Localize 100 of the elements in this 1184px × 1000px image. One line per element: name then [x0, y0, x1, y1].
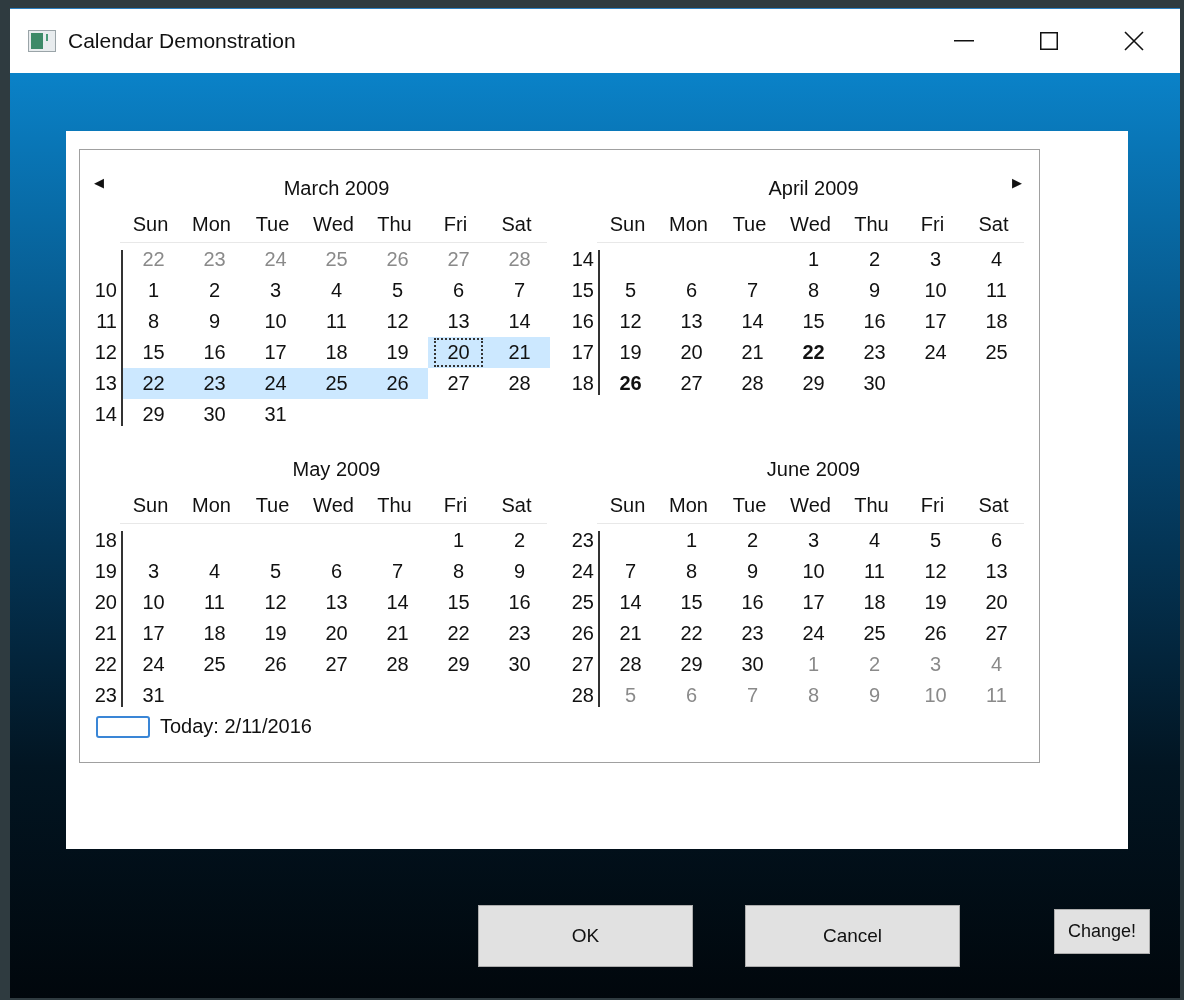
day-cell[interactable]: 4 [184, 556, 245, 587]
day-cell[interactable]: 4 [844, 525, 905, 556]
day-cell[interactable]: 23 [722, 618, 783, 649]
day-cell[interactable]: 25 [844, 618, 905, 649]
day-cell[interactable]: 17 [123, 618, 184, 649]
day-cell[interactable]: 4 [966, 244, 1027, 275]
day-cell[interactable]: 24 [783, 618, 844, 649]
day-cell[interactable]: 12 [600, 306, 661, 337]
day-cell[interactable]: 3 [783, 525, 844, 556]
day-cell[interactable]: 12 [367, 306, 428, 337]
day-cell[interactable]: 19 [245, 618, 306, 649]
day-cell[interactable]: 13 [966, 556, 1027, 587]
today-link[interactable]: Today: 2/11/2016 [160, 715, 312, 738]
day-cell[interactable]: 17 [783, 587, 844, 618]
day-cell[interactable]: 8 [428, 556, 489, 587]
day-cell[interactable]: 15 [123, 337, 184, 368]
day-cell[interactable]: 6 [966, 525, 1027, 556]
day-cell[interactable]: 3 [245, 275, 306, 306]
day-cell[interactable]: 13 [428, 306, 489, 337]
day-cell[interactable]: 2 [844, 244, 905, 275]
next-month-button[interactable]: ▶ [1012, 176, 1022, 189]
day-cell[interactable]: 6 [661, 680, 722, 711]
day-cell[interactable]: 5 [600, 275, 661, 306]
day-cell[interactable]: 5 [245, 556, 306, 587]
day-cell[interactable]: 18 [184, 618, 245, 649]
day-cell[interactable]: 23 [844, 337, 905, 368]
day-cell[interactable]: 2 [722, 525, 783, 556]
day-cell[interactable]: 12 [245, 587, 306, 618]
day-cell[interactable]: 14 [489, 306, 550, 337]
day-cell[interactable]: 29 [428, 649, 489, 680]
day-cell[interactable]: 20 [306, 618, 367, 649]
day-cell[interactable]: 29 [783, 368, 844, 399]
day-cell[interactable]: 1 [428, 525, 489, 556]
day-cell[interactable]: 30 [184, 399, 245, 430]
day-cell[interactable]: 24 [905, 337, 966, 368]
day-cell[interactable]: 11 [184, 587, 245, 618]
day-cell[interactable]: 31 [245, 399, 306, 430]
day-cell[interactable]: 21 [367, 618, 428, 649]
day-cell[interactable]: 28 [600, 649, 661, 680]
day-cell[interactable]: 26 [245, 649, 306, 680]
day-cell[interactable]: 25 [306, 368, 367, 399]
day-cell[interactable]: 5 [367, 275, 428, 306]
day-cell[interactable]: 3 [905, 244, 966, 275]
day-cell[interactable]: 30 [722, 649, 783, 680]
day-cell[interactable]: 21 [600, 618, 661, 649]
day-cell[interactable]: 25 [966, 337, 1027, 368]
day-cell[interactable]: 6 [428, 275, 489, 306]
previous-month-button[interactable]: ◀ [94, 176, 104, 189]
day-cell[interactable]: 13 [661, 306, 722, 337]
day-cell[interactable]: 15 [783, 306, 844, 337]
day-cell[interactable]: 22 [661, 618, 722, 649]
day-cell[interactable]: 1 [123, 275, 184, 306]
day-cell[interactable]: 16 [489, 587, 550, 618]
dialog-button[interactable]: Cancel [745, 905, 960, 967]
day-cell[interactable]: 27 [661, 368, 722, 399]
day-cell[interactable]: 20 [661, 337, 722, 368]
day-cell[interactable]: 26 [367, 368, 428, 399]
day-cell[interactable]: 21 [722, 337, 783, 368]
day-cell[interactable]: 9 [844, 680, 905, 711]
day-cell[interactable]: 2 [489, 525, 550, 556]
day-cell[interactable]: 20 [966, 587, 1027, 618]
maximize-icon[interactable] [1040, 32, 1058, 50]
day-cell[interactable]: 17 [245, 337, 306, 368]
day-cell[interactable]: 5 [905, 525, 966, 556]
dialog-button[interactable]: OK [478, 905, 693, 967]
day-cell[interactable]: 7 [367, 556, 428, 587]
day-cell[interactable]: 26 [600, 368, 661, 399]
day-cell[interactable]: 14 [367, 587, 428, 618]
day-cell[interactable]: 8 [783, 275, 844, 306]
day-cell[interactable]: 31 [123, 680, 184, 711]
day-cell[interactable]: 8 [783, 680, 844, 711]
day-cell[interactable]: 6 [306, 556, 367, 587]
day-cell[interactable]: 15 [661, 587, 722, 618]
day-cell[interactable]: 19 [600, 337, 661, 368]
day-cell[interactable]: 7 [722, 275, 783, 306]
day-cell[interactable]: 14 [722, 306, 783, 337]
day-cell[interactable]: 19 [905, 587, 966, 618]
day-cell[interactable]: 24 [123, 649, 184, 680]
day-cell[interactable]: 22 [783, 337, 844, 368]
day-cell[interactable]: 1 [661, 525, 722, 556]
day-cell[interactable]: 16 [184, 337, 245, 368]
day-cell[interactable]: 28 [367, 649, 428, 680]
day-cell[interactable]: 7 [600, 556, 661, 587]
day-cell[interactable]: 30 [489, 649, 550, 680]
day-cell[interactable]: 29 [123, 399, 184, 430]
day-cell[interactable]: 25 [184, 649, 245, 680]
day-cell[interactable]: 27 [966, 618, 1027, 649]
day-cell[interactable]: 28 [722, 368, 783, 399]
day-cell[interactable]: 30 [844, 368, 905, 399]
day-cell[interactable]: 11 [966, 275, 1027, 306]
day-cell[interactable]: 2 [184, 275, 245, 306]
day-cell[interactable]: 6 [661, 275, 722, 306]
day-cell[interactable]: 13 [306, 587, 367, 618]
day-cell[interactable]: 8 [661, 556, 722, 587]
day-cell[interactable]: 19 [367, 337, 428, 368]
day-cell[interactable]: 18 [844, 587, 905, 618]
day-cell[interactable]: 15 [428, 587, 489, 618]
change-button[interactable]: Change! [1054, 909, 1150, 954]
day-cell[interactable]: 17 [905, 306, 966, 337]
day-cell[interactable]: 11 [306, 306, 367, 337]
